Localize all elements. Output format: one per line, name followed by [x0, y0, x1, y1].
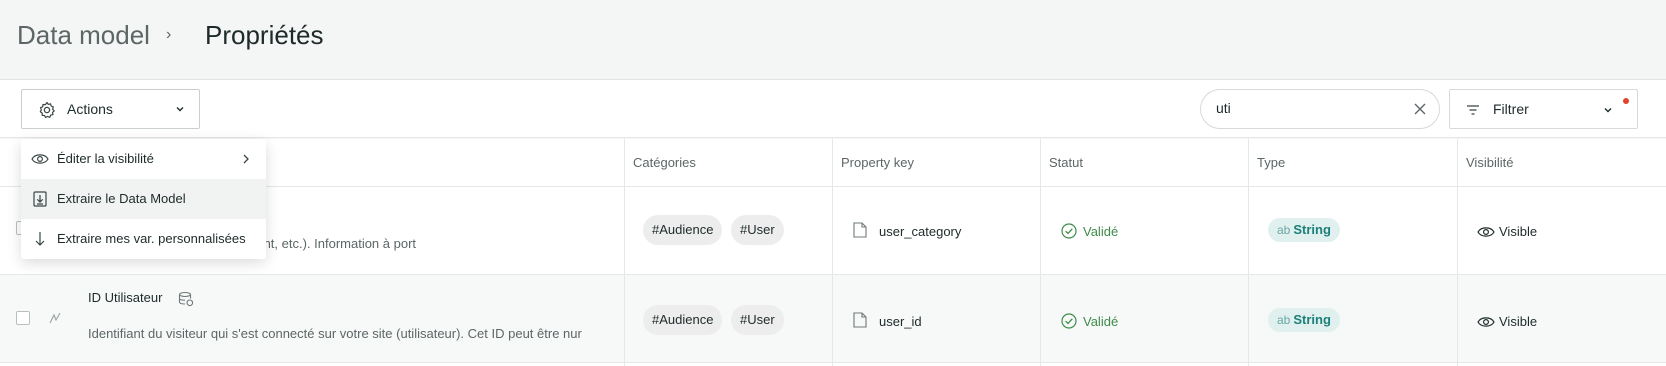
breadcrumb-separator: › [166, 26, 172, 43]
category-tag: #User [731, 215, 784, 245]
table-row[interactable]: ID Utilisateur Identifiant du visiteur q… [0, 275, 1666, 363]
column-header-type[interactable]: Type [1257, 155, 1285, 170]
page-title: Propriétés [205, 20, 324, 50]
database-icon [178, 291, 194, 307]
toolbar: Actions uti Filtrer [0, 80, 1666, 138]
property-key: user_id [879, 314, 922, 329]
file-icon [853, 312, 867, 328]
menu-item-edit-visibility[interactable]: Éditer la visibilité [21, 139, 266, 179]
type-prefix: ab [1277, 223, 1291, 237]
arrow-down-icon [35, 232, 45, 246]
status-label: Validé [1083, 314, 1119, 329]
property-key: user_category [879, 224, 962, 239]
category-tag: #Audience [643, 305, 723, 335]
eye-icon [31, 154, 49, 164]
actions-menu: Éditer la visibilité Extraire le Data Mo… [21, 139, 266, 259]
column-header-categories[interactable]: Catégories [633, 155, 696, 170]
chevron-down-icon [176, 107, 184, 112]
property-description: Identifiant du visiteur qui s'est connec… [88, 326, 582, 341]
filter-icon [1467, 105, 1479, 115]
property-name: ID Utilisateur [88, 290, 163, 305]
category-tag: #User [731, 305, 784, 335]
type-badge: ab String [1268, 218, 1340, 242]
filter-button[interactable]: Filtrer [1449, 89, 1638, 129]
type-label: String [1293, 312, 1331, 327]
column-header-status[interactable]: Statut [1049, 155, 1083, 170]
check-circle-icon [1061, 313, 1077, 329]
filter-active-dot [1623, 98, 1629, 104]
download-file-icon [33, 191, 47, 207]
column-divider [1248, 139, 1249, 366]
column-divider [832, 139, 833, 366]
breadcrumb-data-model[interactable]: Data model [17, 20, 150, 51]
column-header-property-key[interactable]: Property key [841, 155, 914, 170]
type-label: String [1293, 222, 1331, 237]
check-circle-icon [1061, 223, 1077, 239]
chevron-down-icon [1604, 108, 1612, 113]
menu-item-label: Extraire mes var. personnalisées [57, 231, 246, 246]
search-input[interactable]: uti [1200, 89, 1440, 129]
menu-item-label: Extraire le Data Model [57, 191, 186, 206]
column-divider [1457, 139, 1458, 366]
category-tag: #Audience [643, 215, 723, 245]
menu-item-export-custom-vars[interactable]: Extraire mes var. personnalisées [21, 219, 266, 259]
eye-icon [1477, 227, 1495, 237]
actions-button[interactable]: Actions [21, 89, 200, 129]
type-prefix: ab [1277, 313, 1291, 327]
file-icon [853, 222, 867, 238]
chevron-right-icon [243, 154, 249, 164]
gear-icon [39, 101, 55, 119]
visibility-label: Visible [1499, 314, 1538, 329]
status-label: Validé [1083, 224, 1119, 239]
filter-label: Filtrer [1493, 101, 1529, 117]
menu-item-label: Éditer la visibilité [57, 151, 154, 166]
row-checkbox[interactable] [16, 311, 30, 325]
column-divider [624, 139, 625, 366]
search-value: uti [1216, 100, 1231, 116]
eye-icon [1477, 317, 1495, 327]
page-header: Data model › Propriétés [0, 0, 1666, 80]
visibility-label: Visible [1499, 224, 1538, 239]
menu-item-export-data-model[interactable]: Extraire le Data Model [21, 179, 266, 219]
column-divider [1040, 139, 1041, 366]
type-badge: ab String [1268, 308, 1340, 332]
column-header-visibility[interactable]: Visibilité [1466, 155, 1513, 170]
actions-label: Actions [67, 101, 113, 117]
custom-property-icon [49, 312, 61, 324]
close-icon[interactable] [1413, 102, 1427, 116]
